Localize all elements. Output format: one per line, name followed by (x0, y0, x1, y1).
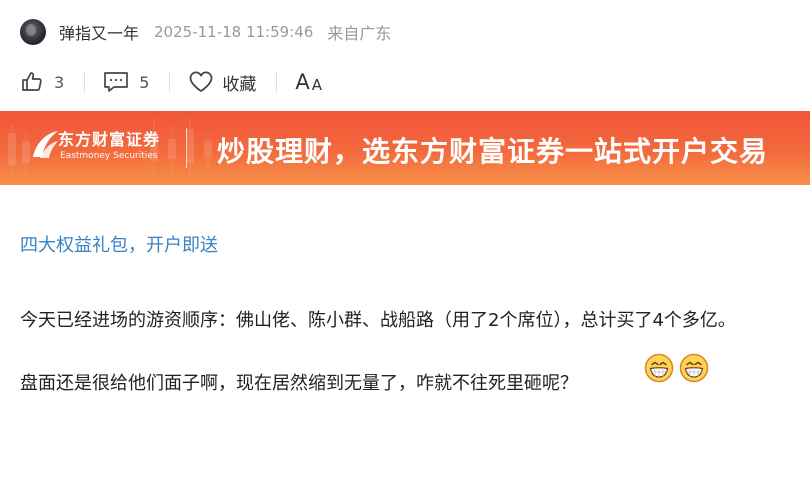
comment-icon (103, 70, 129, 94)
font-size-toggle[interactable]: A A (295, 70, 322, 94)
like-button[interactable]: 3 (20, 70, 64, 94)
post-timestamp: 2025-11-18 11:59:46 (154, 23, 314, 41)
divider (84, 72, 86, 92)
like-count: 3 (54, 72, 65, 92)
font-size-small-label: A (311, 76, 323, 94)
banner-slogan: 炒股理财，选东方财富证券一站式开户交易 (217, 135, 769, 168)
avatar[interactable] (20, 19, 46, 45)
brand-name: 东方财富证券 (58, 130, 161, 149)
font-size-large-label: A (295, 70, 310, 94)
banner-divider (186, 128, 187, 168)
post-paragraph-2: 盘面还是很给他们面子啊，现在居然缩到无量了，咋就不往死里砸呢？ (20, 373, 578, 394)
comment-count: 5 (139, 72, 150, 92)
post-header: 弹指又一年 2025-11-18 11:59:46 来自广东 (20, 17, 391, 47)
favorite-label: 收藏 (222, 74, 257, 95)
comment-button[interactable]: 5 (103, 70, 149, 94)
brand-name-english: Eastmoney Securities (60, 151, 158, 161)
eastmoney-logo-icon (33, 131, 58, 158)
post-paragraph-1: 今天已经进场的游资顺序：佛山佬、陈小群、战船路（用了2个席位），总计买了4个多亿… (20, 310, 736, 331)
thumbs-up-icon (20, 70, 44, 94)
divider (276, 72, 278, 92)
ad-banner[interactable]: 东方财富证券 Eastmoney Securities 炒股理财，选东方财富证券… (0, 111, 810, 185)
username[interactable]: 弹指又一年 (59, 20, 139, 44)
grinning-face-emoji (679, 353, 709, 383)
grinning-face-emoji (644, 353, 674, 383)
promo-link[interactable]: 四大权益礼包，开户即送 (20, 231, 218, 257)
action-bar: 3 5 收藏 A A (20, 67, 322, 97)
favorite-button[interactable]: 收藏 (188, 70, 256, 95)
divider (169, 72, 171, 92)
heart-icon (188, 70, 214, 94)
post-location: 来自广东 (327, 24, 392, 43)
